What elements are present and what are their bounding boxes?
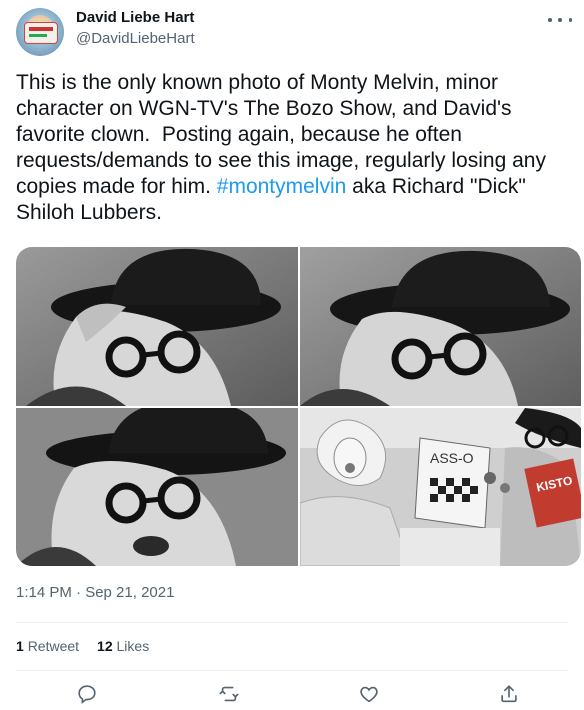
like-icon[interactable] (358, 683, 382, 707)
photo-sign-text: ASS-O (430, 450, 474, 466)
retweets-count: 1 (16, 638, 24, 654)
user-handle[interactable]: @DavidLiebeHart (76, 30, 195, 47)
likes-stat[interactable]: 12 Likes (97, 638, 149, 654)
photo-4[interactable]: ASS-O KISTO (300, 408, 581, 566)
display-name[interactable]: David Liebe Hart (76, 9, 194, 26)
more-horizontal-icon[interactable] (548, 10, 572, 30)
tweet-stats: 1 Retweet 12 Likes (16, 638, 149, 654)
photo-3[interactable] (16, 408, 298, 566)
likes-count: 12 (97, 638, 113, 654)
share-icon[interactable] (498, 683, 522, 707)
retweets-stat[interactable]: 1 Retweet (16, 638, 79, 654)
hashtag-link[interactable]: #montymelvin (217, 175, 347, 198)
action-bar (0, 683, 584, 707)
tweet-text: This is the only known photo of Monty Me… (16, 70, 568, 226)
photo-1[interactable] (16, 247, 298, 406)
media-grid: ASS-O KISTO (16, 247, 581, 566)
avatar-logo (24, 22, 58, 44)
photo-2[interactable] (300, 247, 581, 406)
divider (16, 622, 568, 623)
divider (16, 670, 568, 671)
avatar[interactable] (16, 8, 64, 56)
tweet-timestamp[interactable]: 1:14 PM · Sep 21, 2021 (16, 584, 174, 601)
likes-label: Likes (116, 638, 150, 654)
reply-icon[interactable] (76, 683, 100, 707)
retweets-label: Retweet (27, 638, 80, 654)
retweet-icon[interactable] (218, 683, 242, 707)
